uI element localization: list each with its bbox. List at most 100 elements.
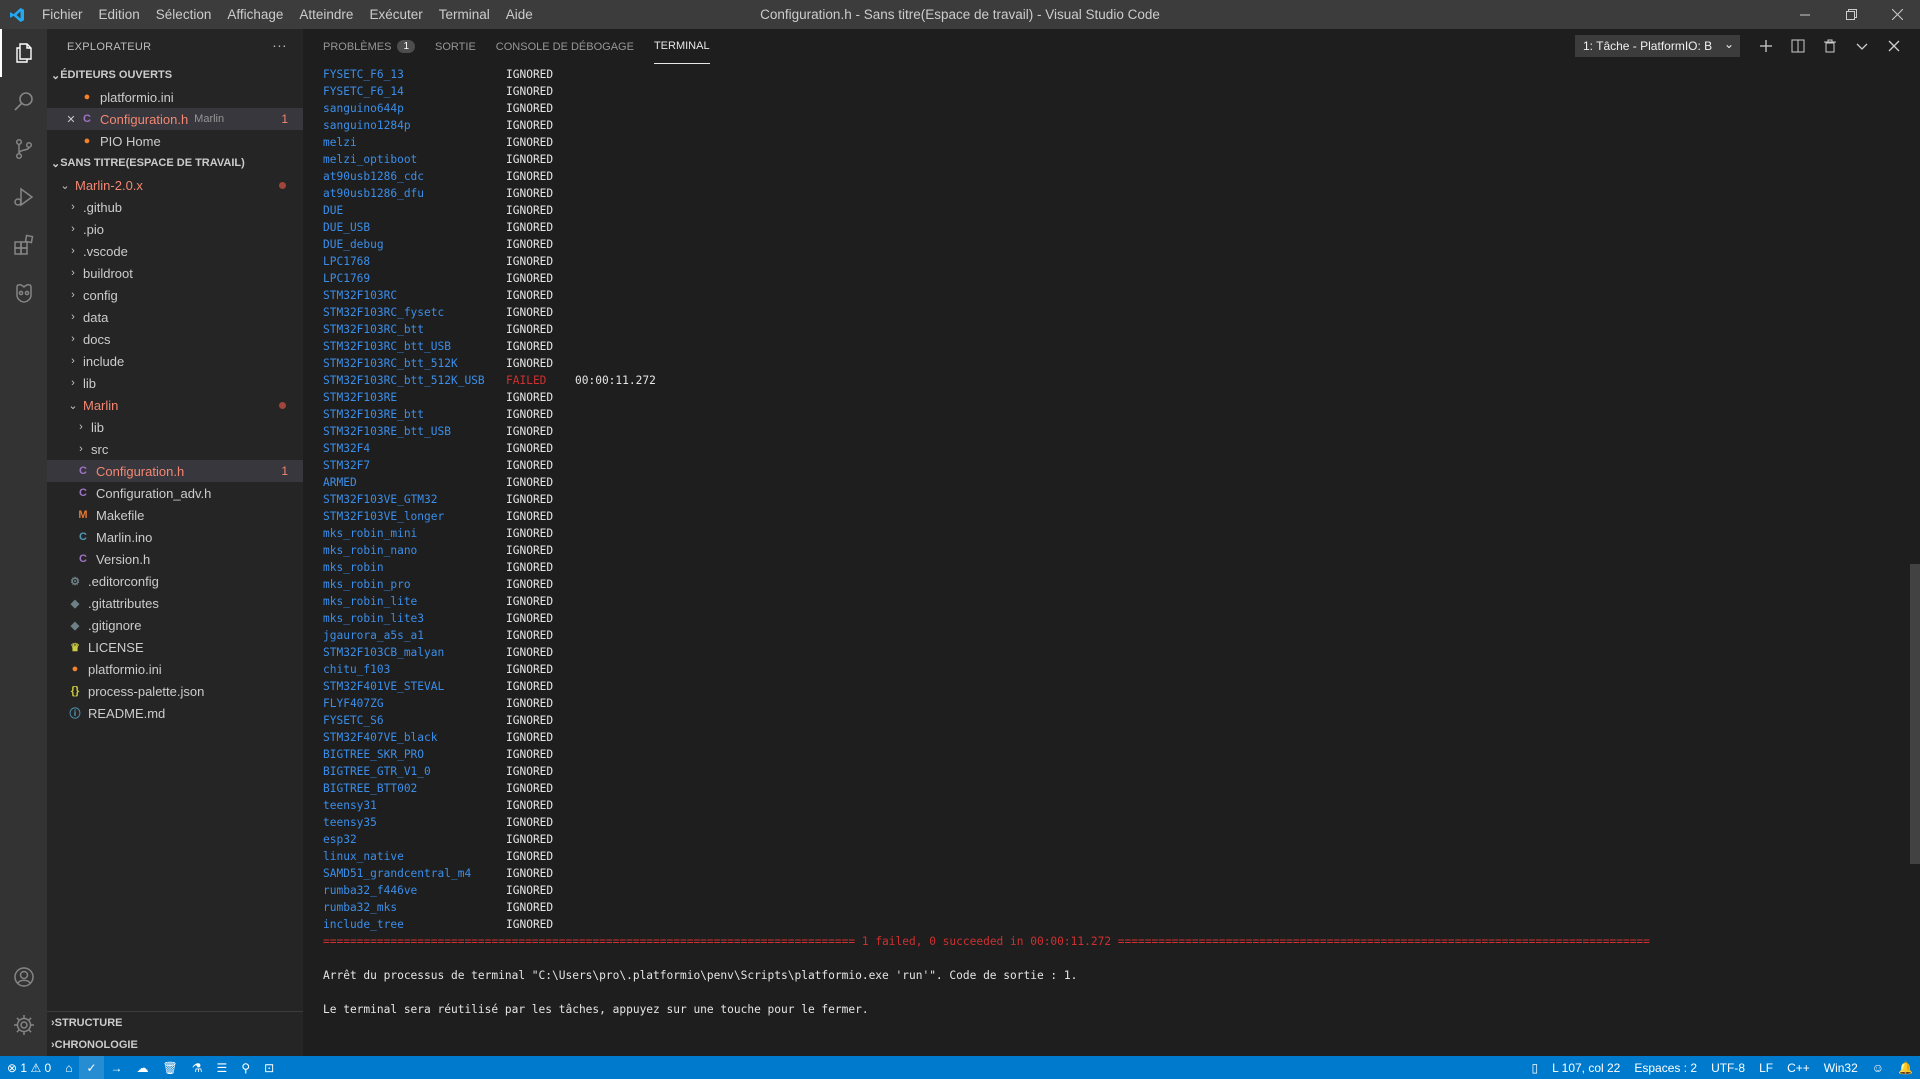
- folder-github[interactable]: › .github: [47, 196, 303, 218]
- close-window-button[interactable]: [1874, 0, 1920, 29]
- file-label: .editorconfig: [88, 573, 159, 589]
- menu-edition[interactable]: Edition: [91, 0, 148, 29]
- restore-button[interactable]: [1828, 0, 1874, 29]
- file-item[interactable]: C Version.h: [47, 548, 303, 570]
- environment-status: IGNORED: [506, 85, 554, 98]
- pio-test-flask-icon[interactable]: ⚗: [185, 1056, 210, 1079]
- tab-sortie[interactable]: SORTIE: [435, 29, 476, 64]
- end-of-line[interactable]: LF: [1752, 1056, 1780, 1079]
- pio-home-icon[interactable]: ⌂: [58, 1056, 79, 1079]
- bell-icon[interactable]: 🔔: [1891, 1056, 1920, 1079]
- git-icon: ◆: [70, 597, 80, 610]
- menu-atteindre[interactable]: Atteindre: [291, 0, 361, 29]
- folder-docs[interactable]: › docs: [47, 328, 303, 350]
- account-icon[interactable]: [0, 953, 47, 1001]
- folder-data[interactable]: › data: [47, 306, 303, 328]
- file-item[interactable]: {} process-palette.json: [47, 680, 303, 702]
- file-item[interactable]: ♛ LICENSE: [47, 636, 303, 658]
- environment-name: sanguino1284p: [323, 119, 411, 132]
- file-label: Configuration_adv.h: [96, 485, 212, 501]
- tab-terminal[interactable]: TERMINAL: [653, 29, 710, 64]
- notification-file-icon[interactable]: ▯: [1524, 1056, 1545, 1079]
- file-item[interactable]: ● platformio.ini: [47, 658, 303, 680]
- menu-fichier[interactable]: Fichier: [34, 0, 91, 29]
- encoding[interactable]: UTF-8: [1704, 1056, 1752, 1079]
- environment-name: DUE: [323, 204, 344, 217]
- environment-status: IGNORED: [506, 238, 554, 251]
- menu-exécuter[interactable]: Exécuter: [361, 0, 430, 29]
- minimize-button[interactable]: [1782, 0, 1828, 29]
- folder-lib[interactable]: › lib: [47, 372, 303, 394]
- pio-build-check-icon[interactable]: ✓: [79, 1056, 104, 1079]
- file-item[interactable]: C Marlin.ino: [47, 526, 303, 548]
- file-item[interactable]: ⚙ .editorconfig: [47, 570, 303, 592]
- terminal-output[interactable]: FYSETC_F6_13 IGNORED FYSETC_F6_14 IGNORED sa…: [323, 66, 1900, 1018]
- more-actions-icon[interactable]: ···: [272, 37, 287, 53]
- settings-gear-icon[interactable]: [0, 1001, 47, 1049]
- menu-aide[interactable]: Aide: [498, 0, 541, 29]
- language-mode[interactable]: C++: [1780, 1056, 1817, 1079]
- environment-status: IGNORED: [506, 476, 554, 489]
- platform[interactable]: Win32: [1817, 1056, 1865, 1079]
- maximize-panel-chevron-icon[interactable]: [1846, 36, 1878, 56]
- environment-status: IGNORED: [506, 850, 554, 863]
- open-editors-section[interactable]: ⌄ ÉDITEURS OUVERTS: [47, 64, 303, 86]
- environment-name: STM32F7: [323, 459, 371, 472]
- timeline-section[interactable]: › CHRONOLOGIE: [47, 1034, 303, 1056]
- folder-label: lib: [91, 419, 105, 435]
- cursor-position[interactable]: L 107, col 22: [1545, 1056, 1627, 1079]
- pio-tasks-list-icon[interactable]: ☰: [210, 1056, 235, 1079]
- close-icon[interactable]: ✕: [63, 113, 79, 126]
- source-control-icon[interactable]: [0, 125, 47, 173]
- file-item[interactable]: C Configuration.h 1: [47, 460, 303, 482]
- workspace-section[interactable]: ⌄ SANS TITRE(ESPACE DE TRAVAIL): [47, 152, 303, 174]
- folder-buildroot[interactable]: › buildroot: [47, 262, 303, 284]
- open-editor-item[interactable]: ✕ C Configuration.h Marlin 1: [47, 108, 303, 130]
- environment-status: IGNORED: [506, 527, 554, 540]
- terminal-select[interactable]: 1: Tâche - PlatformIO: B ⌄: [1575, 35, 1740, 57]
- folder-marlin[interactable]: ⌄ Marlin: [47, 394, 303, 416]
- menu-terminal[interactable]: Terminal: [431, 0, 498, 29]
- environment-name: LPC1768: [323, 255, 371, 268]
- split-terminal-icon[interactable]: [1782, 36, 1814, 56]
- pio-terminal-icon[interactable]: ⊡: [257, 1056, 281, 1079]
- feedback-icon[interactable]: ☺: [1865, 1056, 1891, 1079]
- folder-pio[interactable]: › .pio: [47, 218, 303, 240]
- folder-include[interactable]: › include: [47, 350, 303, 372]
- folder-marlin-2-0-x[interactable]: ⌄ Marlin-2.0.x: [47, 174, 303, 196]
- file-item[interactable]: C Configuration_adv.h: [47, 482, 303, 504]
- chevron-right-icon: ›: [71, 245, 75, 257]
- extensions-icon[interactable]: [0, 221, 47, 269]
- pio-clean-trash-icon[interactable]: 🗑: [156, 1056, 185, 1079]
- structure-section[interactable]: › STRUCTURE: [47, 1012, 303, 1034]
- open-editor-item[interactable]: ● platformio.ini: [47, 86, 303, 108]
- trash-icon[interactable]: [1814, 36, 1846, 56]
- new-terminal-plus-icon[interactable]: [1750, 36, 1782, 56]
- file-item[interactable]: ⓘ README.md: [47, 702, 303, 724]
- file-item[interactable]: M Makefile: [47, 504, 303, 526]
- tab-problèmes[interactable]: PROBLÈMES 1: [323, 29, 416, 64]
- pio-upload-arrow-icon[interactable]: →: [104, 1056, 130, 1079]
- open-editor-item[interactable]: ● PIO Home: [47, 130, 303, 152]
- folder-vscode[interactable]: › .vscode: [47, 240, 303, 262]
- tab-console-de-débogage[interactable]: CONSOLE DE DÉBOGAGE: [496, 29, 634, 64]
- environment-status: IGNORED: [506, 714, 554, 727]
- problems-status[interactable]: ⊗ 1 ⚠ 0: [0, 1056, 58, 1079]
- file-item[interactable]: ◆ .gitattributes: [47, 592, 303, 614]
- pio-monitor-plug-icon[interactable]: ⚲: [234, 1056, 257, 1079]
- platformio-icon[interactable]: [0, 269, 47, 317]
- close-panel-icon[interactable]: [1878, 36, 1910, 56]
- search-icon[interactable]: [0, 77, 47, 125]
- terminal-scrollbar[interactable]: [1910, 564, 1920, 864]
- indentation[interactable]: Espaces : 2: [1627, 1056, 1704, 1079]
- folder-config[interactable]: › config: [47, 284, 303, 306]
- folder-lib[interactable]: › lib: [47, 416, 303, 438]
- environment-name: BIGTREE_SKR_PRO: [323, 748, 425, 761]
- file-item[interactable]: ◆ .gitignore: [47, 614, 303, 636]
- pio-remote-cloud-icon[interactable]: ☁: [130, 1056, 156, 1079]
- run-debug-icon[interactable]: [0, 173, 47, 221]
- menu-affichage[interactable]: Affichage: [219, 0, 291, 29]
- folder-src[interactable]: › src: [47, 438, 303, 460]
- explorer-files-icon[interactable]: [0, 29, 47, 77]
- menu-sélection[interactable]: Sélection: [148, 0, 220, 29]
